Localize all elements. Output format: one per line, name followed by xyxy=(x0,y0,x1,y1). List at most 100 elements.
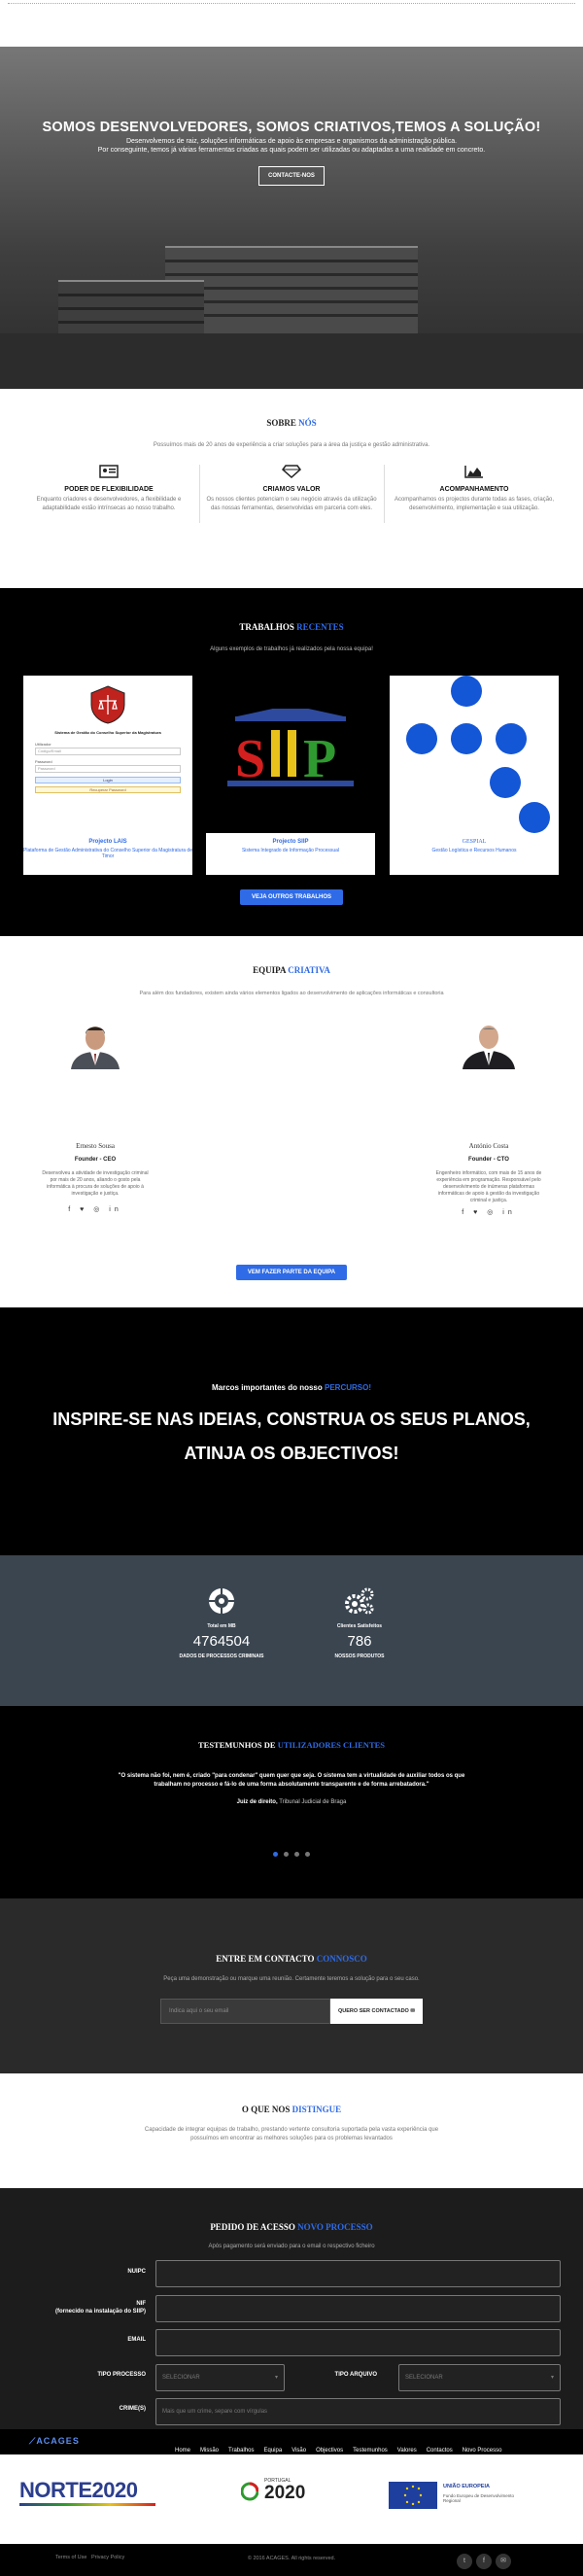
about-section: SOBRE NÓS Possuímos mais de 20 anos de e… xyxy=(0,389,583,588)
contact-submit-button[interactable]: QUERO SER CONTACTADO ✉ xyxy=(330,1999,423,2024)
crimes-label: CRIME(S) xyxy=(119,2406,146,2412)
footer-social: t f ✉ xyxy=(457,2550,511,2569)
milestones-line1: INSPIRE-SE NAS IDEIAS, CONSTRUA OS SEUS … xyxy=(52,1410,531,1429)
about-subtitle: Possuímos mais de 20 anos de experiência… xyxy=(153,442,430,448)
email-input[interactable] xyxy=(155,2329,561,2356)
stat-number: 786 xyxy=(347,1633,372,1650)
contact-submit-label: QUERO SER CONTACTADO xyxy=(338,2008,409,2014)
nif-input[interactable] xyxy=(155,2295,561,2322)
member-social-icons[interactable]: f ♥ ◎ in xyxy=(42,1205,149,1213)
area-chart-icon xyxy=(464,466,483,478)
login-user-input: Código/Email xyxy=(35,748,181,755)
work-card-siip[interactable]: S P Projecto SIIP Sistema Integrado de I… xyxy=(206,676,375,875)
milestones-small: Marcos importantes do nosso xyxy=(211,1383,325,1392)
stat-label: Clientes Satisfeitos xyxy=(336,1623,383,1629)
twitter-icon[interactable]: t xyxy=(457,2554,472,2569)
contact-section: ENTRE EM CONTACTO CONNOSCO Peça uma demo… xyxy=(0,1898,583,2073)
nav-home[interactable]: Home xyxy=(175,2448,190,2454)
siip-logo-icon: S P xyxy=(227,709,354,789)
mail-icon[interactable]: ✉ xyxy=(496,2554,511,2569)
email-label: EMAIL xyxy=(127,2337,146,2343)
nuipc-input[interactable] xyxy=(155,2260,561,2287)
nav-valores[interactable]: Valores xyxy=(397,2448,417,2454)
norte2020-bar xyxy=(19,2503,155,2506)
work-card-title: Projecto SIIP xyxy=(272,839,309,845)
feature-desc: Os nossos clientes potenciam o seu negóc… xyxy=(206,497,377,511)
funding-logos: NORTE2020 PORTUGAL 2020 UNIÃO EUROPEIA F… xyxy=(0,2454,583,2544)
select-placeholder: SELECIONAR xyxy=(405,2375,443,2381)
carousel-dot[interactable] xyxy=(284,1852,289,1857)
carousel-dot[interactable] xyxy=(294,1852,299,1857)
nav-testemunhos[interactable]: Testemunhos xyxy=(353,2448,388,2454)
login-button: Login xyxy=(35,777,181,783)
login-pass-input: Password xyxy=(35,765,181,773)
hero-title: SOMOS DESENVOLVEDORES, SOMOS CRIATIVOS,T… xyxy=(42,120,541,135)
contact-us-button[interactable]: CONTACTE-NOS xyxy=(258,166,325,186)
crimes-input[interactable]: Mais que um crime, separe com vírgulas xyxy=(155,2398,561,2425)
tipo-processo-label: TIPO PROCESSO xyxy=(97,2372,146,2378)
distinguish-title: O QUE NOS xyxy=(241,2105,292,2114)
feature-title: PODER DE FLEXIBILIDADE xyxy=(64,486,154,493)
distinguish-text: Capacidade de integrar equipas de trabal… xyxy=(144,2127,439,2141)
access-subtitle: Após pagamento será enviado para o email… xyxy=(208,2244,375,2249)
nav-novo-processo[interactable]: Novo Processo xyxy=(463,2448,502,2454)
nav-trabalhos[interactable]: Trabalhos xyxy=(228,2448,254,2454)
team-subtitle: Para além dos fundadores, existem ainda … xyxy=(139,991,444,996)
member-social-icons[interactable]: f ♥ ◎ in xyxy=(435,1208,542,1216)
work-card-gespial[interactable]: GESPIAL Gestão Logística e Recursos Huma… xyxy=(390,676,559,875)
facebook-icon[interactable]: f xyxy=(476,2554,492,2569)
feature-value: CRIAMOS VALOR Os nossos clientes potenci… xyxy=(204,465,379,513)
nav-contactos[interactable]: Contactos xyxy=(427,2448,453,2454)
stat-number: 4764504 xyxy=(192,1633,251,1650)
stats-section: Total em MB 4764504 DADOS DE PROCESSOS C… xyxy=(0,1555,583,1706)
carousel-dot[interactable] xyxy=(305,1852,310,1857)
member-antonio: António Costa Founder - CTO Engenheiro i… xyxy=(435,1142,542,1216)
carousel-dot-active[interactable] xyxy=(273,1852,278,1857)
nav-equipa[interactable]: Equipa xyxy=(264,2448,283,2454)
stat-label: Total em MB xyxy=(207,1623,236,1629)
tipo-arquivo-label: TIPO ARQUIVO xyxy=(334,2372,377,2378)
gears-icon xyxy=(345,1587,374,1615)
hero-ground xyxy=(0,333,583,389)
chevron-down-icon: ▾ xyxy=(550,2375,554,2381)
join-team-button[interactable]: VEM FAZER PARTE DA EQUIPA xyxy=(235,1265,348,1280)
tipo-processo-select[interactable]: SELECIONAR ▾ xyxy=(155,2364,285,2391)
contact-title-accent: CONNOSCO xyxy=(316,1954,367,1964)
nav-missao[interactable]: Missão xyxy=(200,2448,219,2454)
nav-visao[interactable]: Visão xyxy=(292,2448,306,2454)
hero-line1: Desenvolvemos de raiz, soluções informát… xyxy=(125,138,458,145)
about-title: SOBRE xyxy=(266,418,299,428)
see-other-works-button[interactable]: VEJA OUTROS TRABALHOS xyxy=(239,889,344,905)
eu-flag-icon xyxy=(389,2482,437,2509)
navbar: ⟋ACAGES Home Missão Trabalhos Equipa Visão Ob… xyxy=(0,2429,583,2454)
top-strip xyxy=(0,0,583,47)
nav-objectivos[interactable]: Objectivos xyxy=(316,2448,343,2454)
eu-title: UNIÃO EUROPEIA xyxy=(443,2484,490,2489)
feature-title: ACOMPANHAMENTO xyxy=(439,486,509,493)
milestones-small-accent: PERCURSO! xyxy=(325,1383,372,1392)
access-request-section: PEDIDO DE ACESSO NOVO PROCESSO Após paga… xyxy=(0,2188,583,2429)
work-card-lais[interactable]: Sistema de Gestão do Conselho Superior d… xyxy=(23,676,192,875)
member-desc: Engenheiro informático, com mais de 15 a… xyxy=(435,1170,542,1203)
login-user-label: Utilizador xyxy=(35,742,51,747)
contact-email-input[interactable]: Indica aqui o seu email xyxy=(160,1999,330,2024)
login-pass-label: Password xyxy=(35,759,52,764)
milestones-line2: ATINJA OS OBJECTIVOS! xyxy=(184,1444,399,1463)
works-title: TRABALHOS xyxy=(239,622,297,632)
work-card-desc: Plataforma de Gestão Administrativa do C… xyxy=(23,848,192,859)
feature-title: CRIAMOS VALOR xyxy=(262,486,321,493)
portugal2020-logo: PORTUGAL 2020 xyxy=(241,2474,338,2509)
eu-subtitle: Fundo Europeu de Desenvolvimento Regiona… xyxy=(443,2493,515,2503)
team-title-accent: CRIATIVA xyxy=(288,965,330,975)
work-card-title: GESPIAL xyxy=(462,839,487,845)
nav-logo[interactable]: ⟋ACAGES xyxy=(29,2436,80,2447)
feature-desc: Acompanhamos os projectos durante todas … xyxy=(394,497,555,511)
id-card-icon xyxy=(99,465,119,478)
database-icon xyxy=(209,1588,234,1614)
member-photo-antonio xyxy=(457,1019,521,1069)
testimonials-title: TESTEMUNHOS DE xyxy=(197,1740,278,1750)
work-card-title: Projecto LAIS xyxy=(88,839,127,845)
tipo-arquivo-select[interactable]: SELECIONAR ▾ xyxy=(398,2364,561,2391)
logo-text: ACAGES xyxy=(36,2436,80,2446)
hero-section: SOMOS DESENVOLVEDORES, SOMOS CRIATIVOS,T… xyxy=(0,47,583,389)
